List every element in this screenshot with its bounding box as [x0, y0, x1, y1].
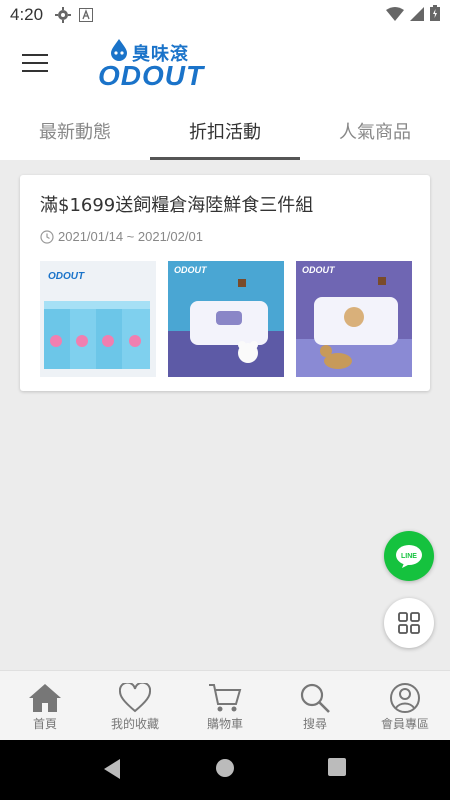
- search-icon: [300, 683, 330, 713]
- line-label: LINE: [401, 553, 417, 560]
- notification-a-icon: [79, 8, 94, 22]
- brand-logo[interactable]: 臭味滾 ODOUT: [96, 38, 246, 94]
- product-boxes-image[interactable]: ODOUT: [40, 261, 156, 377]
- logo-english-text: ODOUT: [98, 60, 205, 91]
- grid-menu-icon: [398, 612, 420, 634]
- promotion-card[interactable]: 滿$1699送飼糧倉海陸鮮食三件組 2021/01/14 ~ 2021/02/0…: [20, 175, 430, 391]
- bottom-navigation: 首頁 我的收藏 購物車 搜尋 會員專區: [0, 670, 450, 740]
- cell-signal-icon: [410, 6, 424, 25]
- hamburger-menu-icon[interactable]: [22, 54, 48, 76]
- status-time: 4:20: [10, 5, 44, 24]
- recent-apps-icon[interactable]: [328, 758, 346, 776]
- nav-favorites[interactable]: 我的收藏: [90, 671, 180, 740]
- tab-latest-news[interactable]: 最新動態: [0, 102, 150, 160]
- line-chat-button[interactable]: LINE: [384, 531, 434, 581]
- wet-wipes-dog-image[interactable]: ODOUT: [296, 261, 412, 377]
- droplet-logo-icon: [111, 39, 127, 61]
- nav-cart[interactable]: 購物車: [180, 671, 270, 740]
- nav-member-label: 會員專區: [380, 717, 429, 731]
- home-icon: [29, 684, 61, 712]
- nav-favorites-label: 我的收藏: [110, 717, 159, 731]
- tab-popular-products[interactable]: 人氣商品: [300, 102, 450, 160]
- settings-status-icon: [55, 7, 72, 23]
- back-icon[interactable]: [102, 758, 122, 780]
- wet-wipes-cat-image[interactable]: ODOUT: [168, 261, 284, 377]
- clock-icon: [40, 229, 54, 244]
- promotion-title: 滿$1699送飼糧倉海陸鮮食三件組: [40, 195, 314, 216]
- promotion-date: 2021/01/14 ~ 2021/02/01: [40, 229, 203, 244]
- status-bar: 4:20: [0, 0, 450, 30]
- nav-member[interactable]: 會員專區: [360, 671, 450, 740]
- home-circle-icon[interactable]: [215, 758, 235, 778]
- tab-discount-events[interactable]: 折扣活動: [150, 102, 300, 160]
- nav-search-label: 搜尋: [302, 717, 327, 731]
- promotion-date-range: 2021/01/14 ~ 2021/02/01: [58, 229, 203, 244]
- svg-text:ODOUT: ODOUT: [302, 265, 336, 275]
- nav-cart-label: 購物車: [206, 717, 243, 731]
- svg-text:ODOUT: ODOUT: [48, 271, 85, 282]
- wifi-icon: [386, 6, 404, 25]
- promotion-image-strip: ODOUT ODOUT ODOUT: [40, 261, 412, 377]
- line-icon: LINE: [396, 545, 422, 568]
- nav-search[interactable]: 搜尋: [270, 671, 360, 740]
- app-header: 臭味滾 ODOUT: [0, 30, 450, 102]
- battery-icon: [430, 5, 440, 25]
- tab-bar: 最新動態 折扣活動 人氣商品: [0, 102, 450, 160]
- grid-menu-button[interactable]: [384, 598, 434, 648]
- user-icon: [390, 683, 420, 713]
- svg-text:ODOUT: ODOUT: [174, 265, 208, 275]
- cart-icon: [209, 684, 242, 712]
- nav-home[interactable]: 首頁: [0, 671, 90, 740]
- heart-icon: [119, 683, 151, 713]
- nav-home-label: 首頁: [32, 717, 57, 731]
- system-navigation-bar: [0, 740, 450, 800]
